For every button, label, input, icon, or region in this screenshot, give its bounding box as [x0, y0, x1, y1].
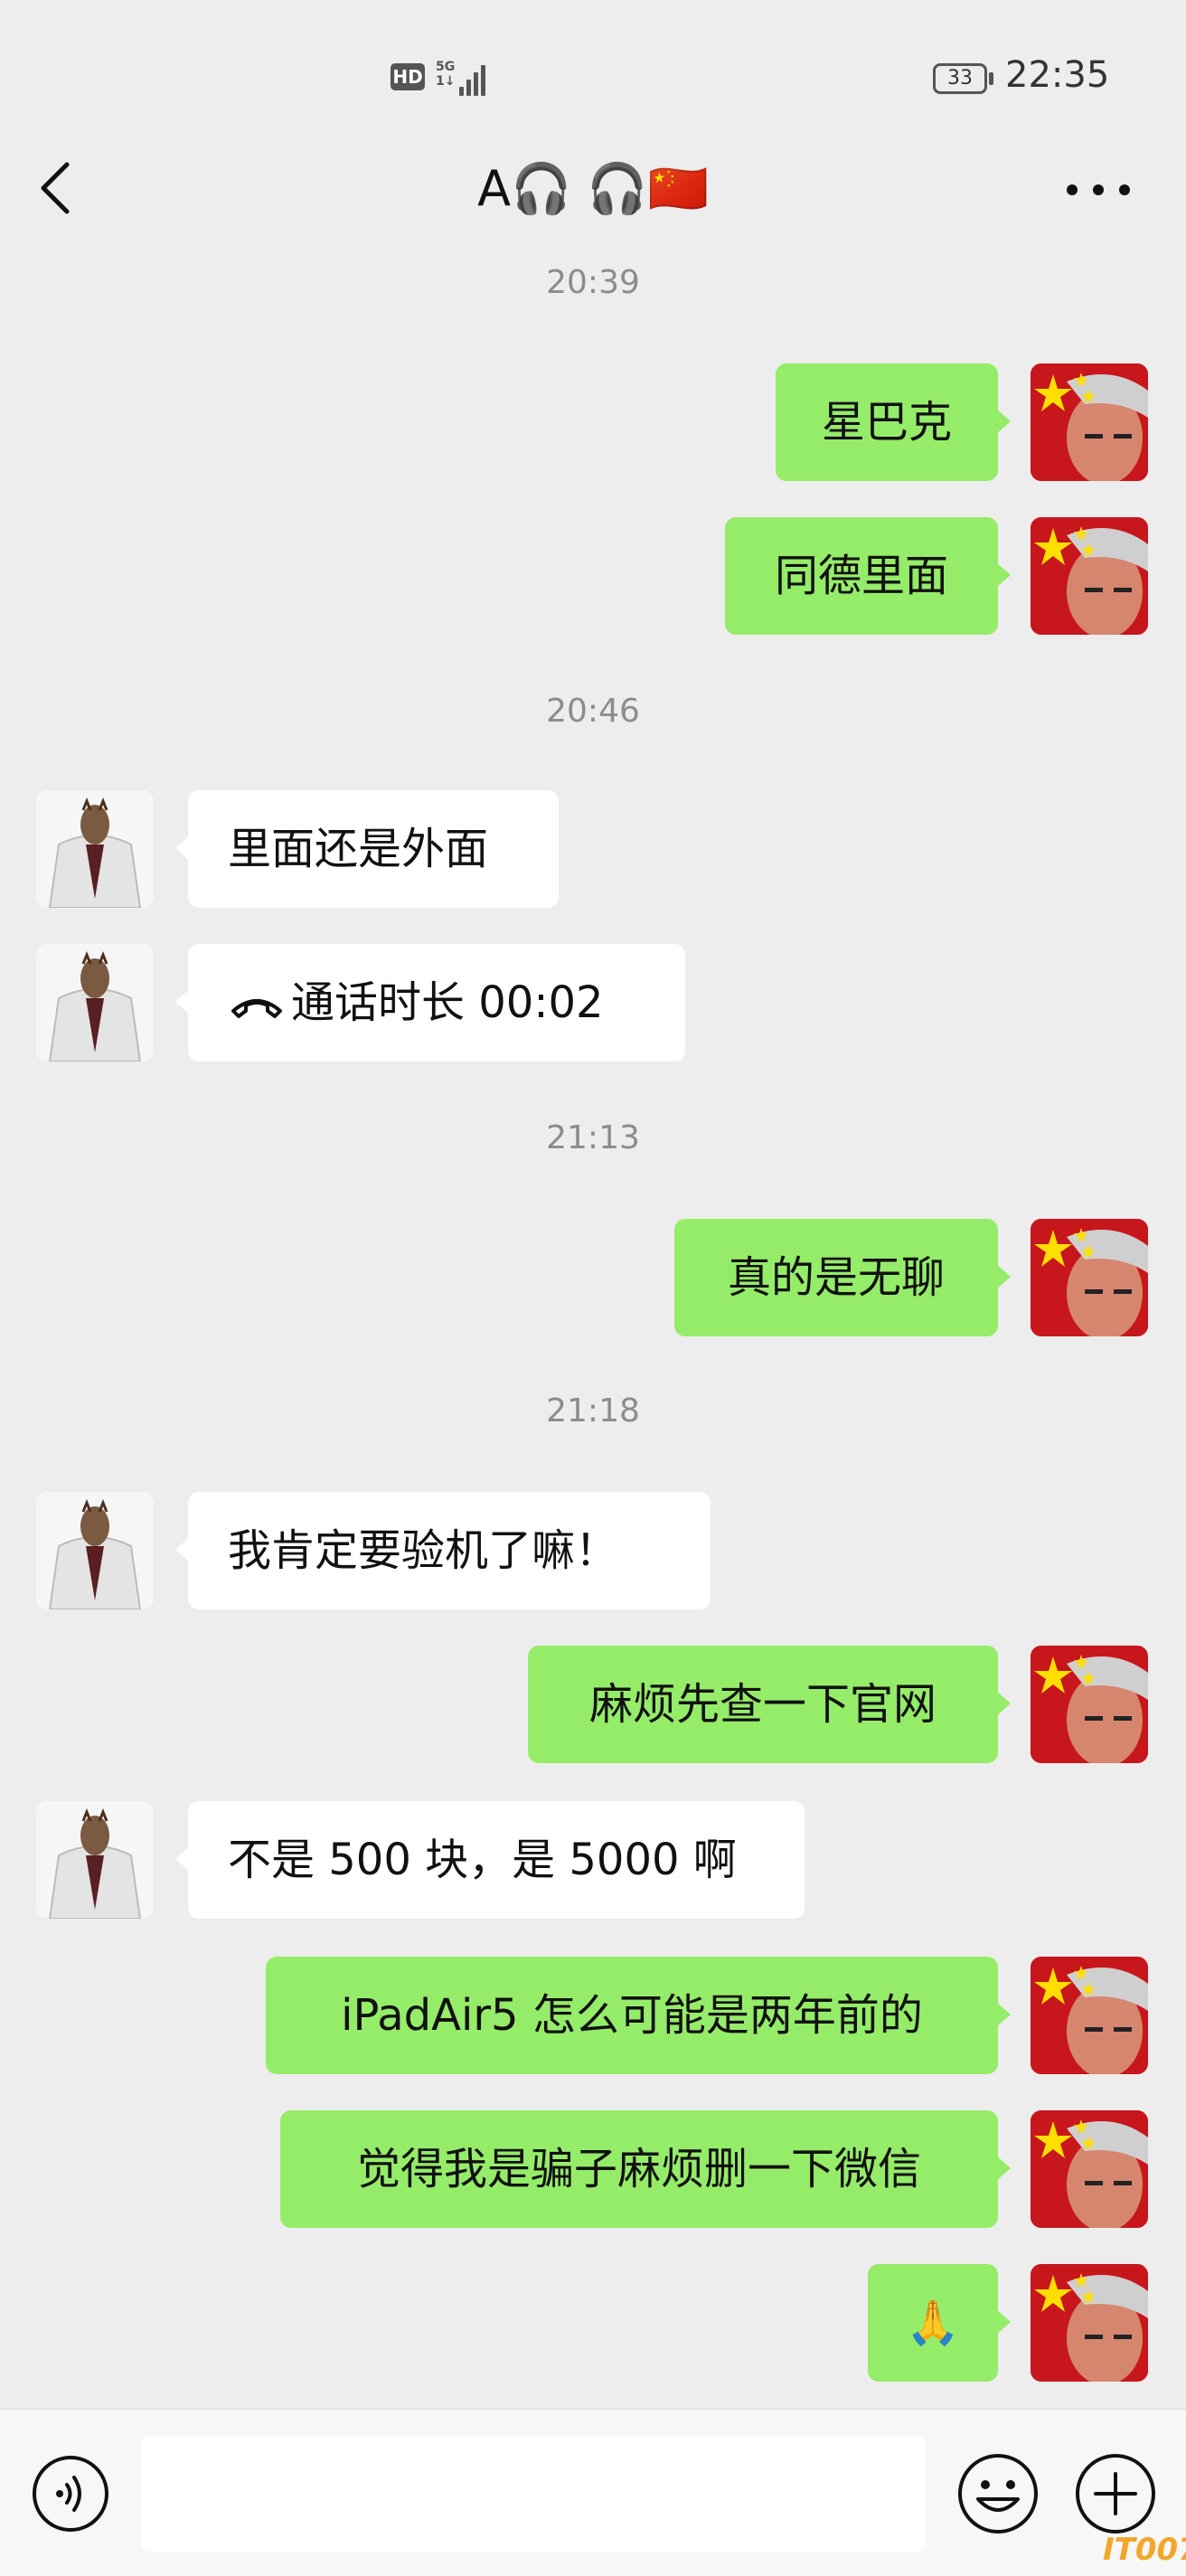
battery-tip: [989, 72, 993, 85]
outgoing-message[interactable]: 同德里面: [725, 517, 1011, 635]
call-record-message[interactable]: 通话时长 00:02: [175, 944, 685, 1062]
outgoing-emoji-message[interactable]: 🙏: [868, 2264, 1011, 2382]
self-avatar[interactable]: [1031, 517, 1148, 635]
outgoing-message[interactable]: 星巴克: [776, 363, 1011, 481]
self-avatar[interactable]: [1031, 1957, 1148, 2074]
network-type-bottom: 1↓: [436, 74, 456, 89]
flag-face-avatar-image: [1031, 517, 1148, 635]
plus-button[interactable]: [1074, 2452, 1157, 2535]
signal-icon: [459, 63, 488, 96]
message-timestamp: 20:39: [546, 264, 640, 301]
status-time: 22:35: [1005, 54, 1110, 96]
tiger-suit-avatar-image: [36, 944, 154, 1062]
emoji-icon: [958, 2454, 1038, 2534]
emoji-button[interactable]: [956, 2452, 1040, 2535]
voice-button[interactable]: [31, 2454, 110, 2534]
flag-face-avatar-image: [1031, 2264, 1148, 2382]
plus-icon: [1076, 2454, 1155, 2534]
flag-face-avatar-image: [1031, 1219, 1148, 1336]
tiger-suit-avatar-image: [36, 790, 154, 908]
more-button[interactable]: [1067, 179, 1130, 201]
chat-title: A🎧 🎧🇨🇳: [477, 160, 709, 217]
message-timestamp: 21:13: [546, 1119, 640, 1156]
phone-hangup-icon: [231, 999, 282, 1018]
outgoing-message[interactable]: 觉得我是骗子麻烦删一下微信: [280, 2110, 1011, 2228]
flag-face-avatar-image: [1031, 363, 1148, 481]
self-avatar[interactable]: [1031, 363, 1148, 481]
voice-icon: [33, 2456, 108, 2532]
self-avatar[interactable]: [1031, 1219, 1148, 1336]
tiger-suit-avatar-image: [36, 1801, 154, 1919]
contact-avatar[interactable]: [36, 1801, 154, 1919]
outgoing-message[interactable]: 真的是无聊: [674, 1219, 1011, 1336]
tiger-suit-avatar-image: [36, 1492, 154, 1609]
contact-avatar[interactable]: [36, 944, 154, 1062]
message-input[interactable]: [141, 2436, 926, 2552]
watermark: IT007: [1103, 2532, 1186, 2568]
flag-face-avatar-image: [1031, 1957, 1148, 2074]
hd-indicator: HD: [391, 63, 425, 90]
status-bar: HD 5G 1↓ 33 22:35: [0, 0, 1186, 136]
message-timestamp: 21:18: [546, 1392, 640, 1430]
contact-avatar[interactable]: [36, 790, 154, 908]
message-timestamp: 20:46: [546, 693, 640, 730]
battery-icon: 33: [933, 63, 987, 94]
incoming-message[interactable]: 不是 500 块，是 5000 啊: [175, 1801, 805, 1919]
outgoing-message[interactable]: iPadAir5 怎么可能是两年前的: [266, 1957, 1011, 2074]
network-type-top: 5G: [436, 60, 456, 74]
network-type: 5G 1↓: [436, 60, 455, 89]
back-button[interactable]: [33, 161, 87, 215]
flag-face-avatar-image: [1031, 2110, 1148, 2228]
incoming-message[interactable]: 里面还是外面: [175, 790, 559, 908]
outgoing-message[interactable]: 麻烦先查一下官网: [528, 1646, 1011, 1763]
self-avatar[interactable]: [1031, 2264, 1148, 2382]
contact-avatar[interactable]: [36, 1492, 154, 1609]
incoming-message[interactable]: 我肯定要验机了嘛！: [175, 1492, 711, 1609]
flag-face-avatar-image: [1031, 1646, 1148, 1763]
call-duration-label: 通话时长 00:02: [291, 977, 604, 1028]
self-avatar[interactable]: [1031, 2110, 1148, 2228]
chevron-left-icon: [41, 162, 70, 214]
self-avatar[interactable]: [1031, 1646, 1148, 1763]
more-dots-icon: [1067, 184, 1078, 195]
